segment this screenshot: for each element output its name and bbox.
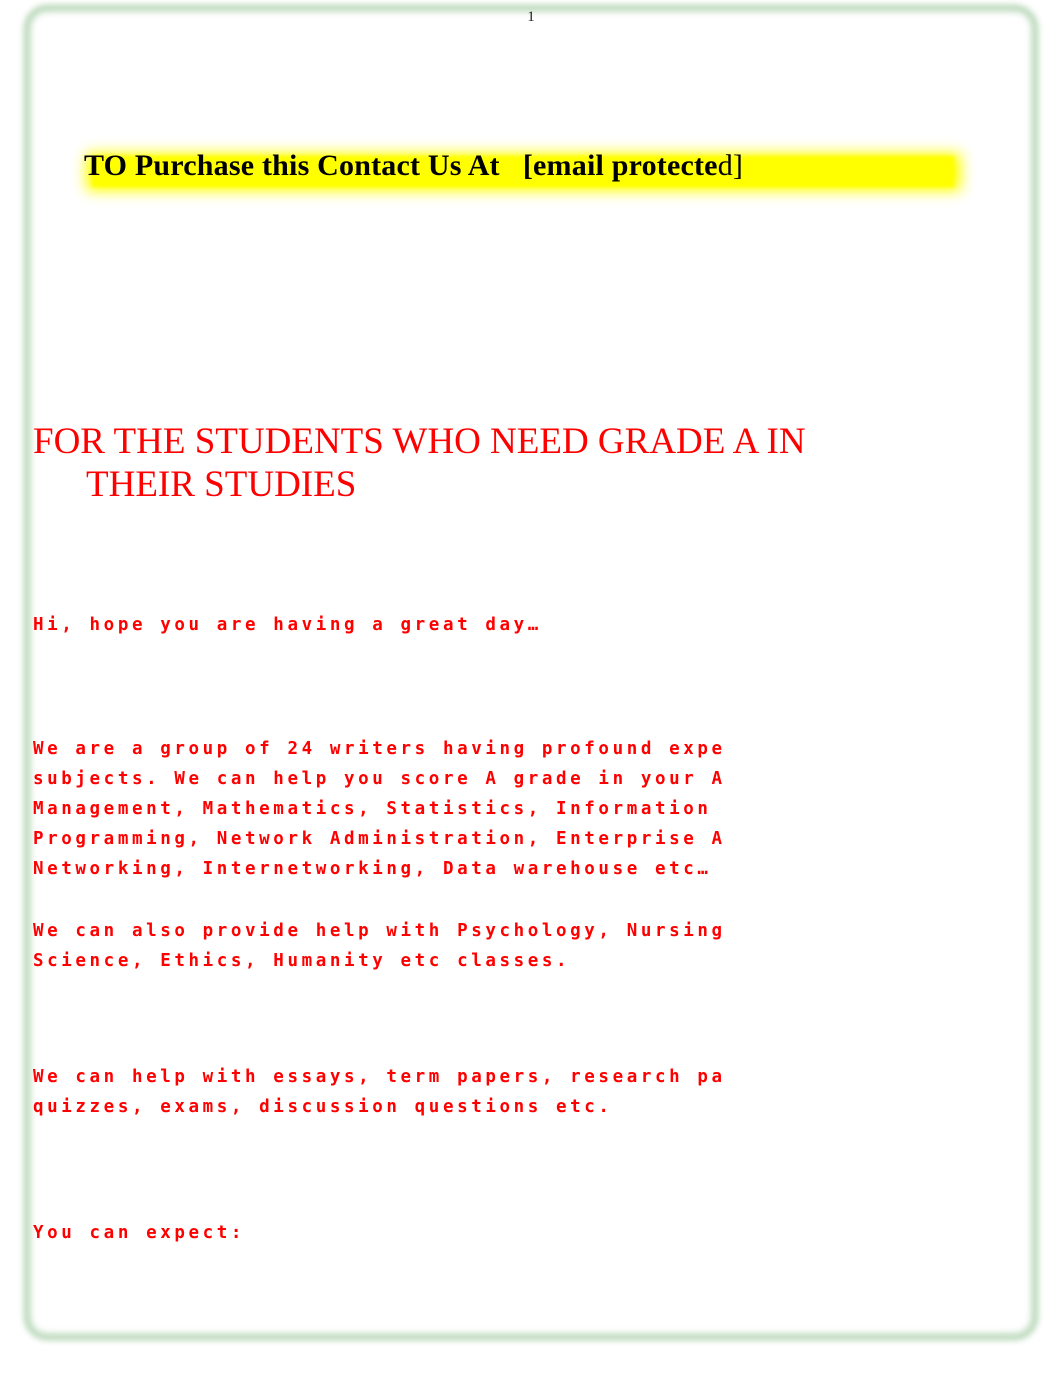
paragraph-additional-subjects: We can also provide help with Psychology… xyxy=(33,916,726,976)
paragraph-line: We are a group of 24 writers having prof… xyxy=(33,739,726,759)
paragraph-line: Networking, Internetworking, Data wareho… xyxy=(33,859,712,879)
paragraph-line: Hi, hope you are having a great day… xyxy=(33,615,542,635)
paragraph-line: You can expect: xyxy=(33,1223,246,1243)
contact-banner-text: TO Purchase this Contact Us At [email pr… xyxy=(84,149,743,183)
document-page: 1 TO Purchase this Contact Us At [email … xyxy=(0,0,1062,1377)
paragraph-line: We can also provide help with Psychology… xyxy=(33,921,726,941)
paragraph-greeting: Hi, hope you are having a great day… xyxy=(33,610,542,640)
page-number: 1 xyxy=(527,9,535,25)
page-title: FOR THE STUDENTS WHO NEED GRADE A IN THEI… xyxy=(33,420,1013,506)
contact-banner: TO Purchase this Contact Us At [email pr… xyxy=(78,144,968,200)
paragraph-services: We can help with essays, term papers, re… xyxy=(33,1062,726,1122)
paragraph-line: quizzes, exams, discussion questions etc… xyxy=(33,1097,613,1117)
page-title-line-1: FOR THE STUDENTS WHO NEED GRADE A IN xyxy=(33,421,806,462)
paragraph-line: We can help with essays, term papers, re… xyxy=(33,1067,726,1087)
paragraph-line: Management, Mathematics, Statistics, Inf… xyxy=(33,799,712,819)
paragraph-expect: You can expect: xyxy=(33,1218,245,1248)
paragraph-line: Science, Ethics, Humanity etc classes. xyxy=(33,951,571,971)
contact-banner-tail: d] xyxy=(717,149,744,182)
page-border-decoration-outer xyxy=(27,8,1035,1337)
paragraph-line: Programming, Network Administration, Ent… xyxy=(33,829,726,849)
paragraph-line: subjects. We can help you score A grade … xyxy=(33,769,726,789)
page-border-decoration xyxy=(25,6,1037,1339)
page-title-line-2: THEIR STUDIES xyxy=(86,464,357,505)
paragraph-writers: We are a group of 24 writers having prof… xyxy=(33,734,726,884)
contact-banner-main: TO Purchase this Contact Us At [email pr… xyxy=(84,149,718,182)
